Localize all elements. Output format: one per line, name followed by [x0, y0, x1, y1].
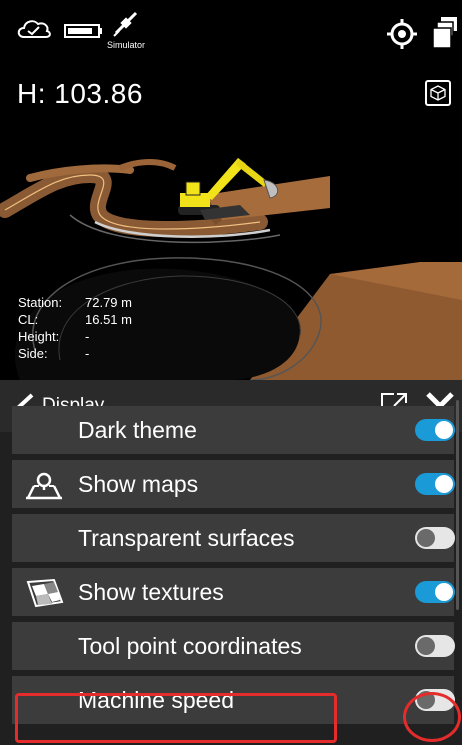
- setting-label: Show maps: [78, 470, 199, 497]
- setting-label: Tool point coordinates: [78, 632, 302, 659]
- layers-icon[interactable]: [432, 16, 458, 50]
- info-row-side: Side: -: [18, 345, 132, 362]
- info-row-height: Height: -: [18, 328, 132, 345]
- toggle-knob: [417, 637, 435, 655]
- crosshair-icon[interactable]: [386, 18, 418, 50]
- battery-icon: [64, 24, 102, 38]
- toggle-knob: [435, 421, 453, 439]
- transparent-surfaces-toggle[interactable]: [415, 527, 455, 549]
- info-label: Station:: [18, 295, 63, 310]
- setting-show-maps[interactable]: Show maps: [12, 460, 455, 508]
- height-readout: H: 103.86: [17, 78, 143, 109]
- toggle-knob: [435, 583, 453, 601]
- info-value: -: [85, 329, 90, 344]
- toggle-knob: [417, 529, 435, 547]
- 3d-view[interactable]: Simulator H: 103.86 Station: 72.79 m CL: 1…: [0, 0, 462, 380]
- info-value: -: [85, 346, 90, 361]
- setting-show-textures[interactable]: Show textures: [12, 568, 455, 616]
- toggle-knob: [417, 691, 435, 709]
- info-value: 16.51 m: [85, 312, 132, 327]
- show-maps-toggle[interactable]: [415, 473, 455, 495]
- show-textures-toggle[interactable]: [415, 581, 455, 603]
- station-info: Station: 72.79 m CL: 16.51 m Height: - Side…: [18, 294, 132, 362]
- setting-machine-speed[interactable]: Machine speed: [12, 676, 455, 724]
- info-label: Side:: [18, 346, 48, 361]
- info-value: 72.79 m: [85, 295, 132, 310]
- map-pin-icon: [26, 472, 62, 500]
- scrollbar[interactable]: [456, 400, 459, 610]
- setting-label: Machine speed: [78, 686, 234, 713]
- info-label: CL:: [18, 312, 39, 327]
- info-label: Height:: [18, 329, 60, 344]
- setting-dark-theme[interactable]: Dark theme: [12, 406, 455, 454]
- display-panel: Display Dark theme Show maps Transparent…: [0, 380, 462, 745]
- info-row-station: Station: 72.79 m: [18, 294, 132, 311]
- info-row-cl: CL: 16.51 m: [18, 311, 132, 328]
- 3d-cube-icon[interactable]: [425, 80, 451, 106]
- setting-label: Show textures: [78, 578, 224, 605]
- cloud-check-icon: [17, 20, 51, 38]
- texture-icon: [26, 578, 64, 608]
- setting-label: Dark theme: [78, 416, 197, 443]
- machine-speed-toggle[interactable]: [415, 689, 455, 711]
- dark-theme-toggle[interactable]: [415, 419, 455, 441]
- simulator-label: Simulator: [107, 40, 146, 50]
- setting-transparent-surfaces[interactable]: Transparent surfaces: [12, 514, 455, 562]
- satellite-icon: [113, 11, 138, 37]
- tool-point-coordinates-toggle[interactable]: [415, 635, 455, 657]
- setting-tool-point-coordinates[interactable]: Tool point coordinates: [12, 622, 455, 670]
- toggle-knob: [435, 475, 453, 493]
- setting-label: Transparent surfaces: [78, 524, 295, 551]
